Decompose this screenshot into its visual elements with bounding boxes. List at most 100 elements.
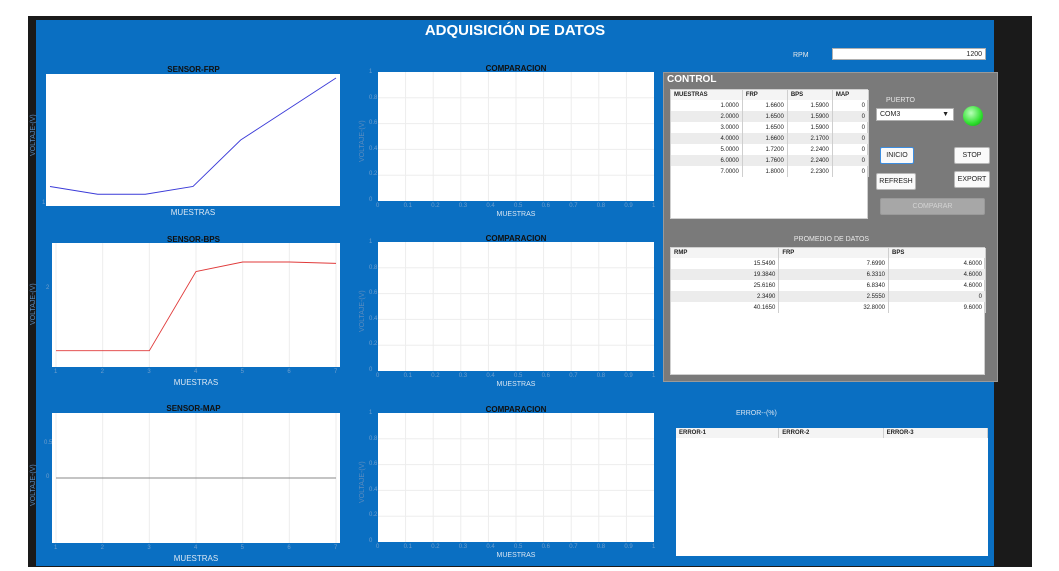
comparacion-ylabel-1: VOLTAJE-(V)	[359, 120, 366, 162]
table-cell[interactable]: 1.7600	[742, 155, 788, 166]
table-cell[interactable]: 0	[888, 291, 986, 302]
table-cell[interactable]: 1.6600	[742, 100, 788, 111]
table-cell[interactable]: 6.0000	[671, 155, 743, 166]
comparacion-plot-2	[378, 242, 654, 371]
table-cell[interactable]: 7.0000	[671, 166, 743, 177]
comparacion-ytick-1: 0.8	[369, 94, 378, 101]
table-row[interactable]: 7.0000 1.8000 2.2300 0	[671, 166, 870, 177]
table-cell[interactable]: 0	[832, 122, 870, 133]
table-cell[interactable]: 19.3840	[671, 269, 780, 280]
column-header[interactable]: ERROR-2	[778, 428, 884, 438]
table-cell[interactable]: 0	[832, 133, 870, 144]
comparacion-xtick-1: 0.2	[431, 203, 440, 209]
comparacion-xtick-2: 0.7	[569, 373, 578, 379]
avg-table[interactable]: RMP FRP BPS 15.5490 7.6990 4.6000 19.3840 6.33…	[670, 247, 986, 375]
table-row[interactable]: 25.6160 6.8340 4.6000	[671, 280, 986, 291]
table-cell[interactable]: 6.3310	[778, 269, 890, 280]
table-cell[interactable]: 4.0000	[671, 133, 743, 144]
table-cell[interactable]: 1.8000	[742, 166, 788, 177]
column-header[interactable]: RMP	[671, 248, 780, 258]
table-cell[interactable]: 1.6500	[742, 122, 788, 133]
table-cell[interactable]: 3.0000	[671, 122, 743, 133]
table-cell[interactable]: 6.8340	[778, 280, 890, 291]
table-cell[interactable]: 2.0000	[671, 111, 743, 122]
table-cell[interactable]: 2.3490	[671, 291, 780, 302]
comparacion-xtick-3: 0.5	[514, 544, 523, 550]
table-cell[interactable]: 2.2300	[787, 166, 833, 177]
sensor-map-ytick-half: 0.5	[44, 440, 53, 446]
table-cell[interactable]: 2.5550	[778, 291, 890, 302]
column-header[interactable]: ERROR-3	[883, 428, 989, 438]
table-cell[interactable]: 1.6500	[742, 111, 788, 122]
table-cell[interactable]: 1.5900	[787, 100, 833, 111]
port-select[interactable]: COM3 ▼	[876, 108, 954, 121]
table-row[interactable]: 19.3840 6.3310 4.6000	[671, 269, 986, 280]
comparacion-xlabel-3: MUESTRAS	[496, 552, 536, 559]
xtick-label: 2	[100, 545, 104, 551]
table-row[interactable]: 3.0000 1.6500 1.5900 0	[671, 122, 870, 133]
rpm-field[interactable]: 1200	[832, 48, 986, 60]
table-row[interactable]: 1.0000 1.6600 1.5900 0	[671, 100, 870, 111]
column-header[interactable]: BPS	[787, 90, 833, 100]
table-row[interactable]: 6.0000 1.7600 2.2400 0	[671, 155, 870, 166]
column-header[interactable]: FRP	[742, 90, 788, 100]
comparacion-xtick-1: 0.9	[624, 203, 633, 209]
comparacion-xtick-2: 0.9	[624, 373, 633, 379]
samples-table[interactable]: MUESTRAS FRP BPS MAP 1.0000 1.6600 1.5900 0 2.0…	[670, 89, 870, 219]
column-header[interactable]: BPS	[888, 248, 986, 258]
table-cell[interactable]: 0	[832, 144, 870, 155]
table-cell[interactable]: 40.1650	[671, 302, 780, 313]
table-cell[interactable]: 2.1700	[787, 133, 833, 144]
comparacion-xtick-2: 0.1	[403, 373, 412, 379]
column-header[interactable]: MAP	[832, 90, 870, 100]
table-cell[interactable]: 1.0000	[671, 100, 743, 111]
sensor-frp-ytick: 1	[42, 200, 46, 206]
comparacion-chart-3	[378, 413, 654, 542]
sensor-map-title: SENSOR-MAP	[166, 404, 221, 413]
xtick-label: 4	[194, 369, 198, 375]
table-cell[interactable]: 4.6000	[888, 280, 986, 291]
comparacion-ytick-2: 0.4	[369, 315, 378, 322]
table-cell[interactable]: 32.8000	[778, 302, 890, 313]
control-title: CONTROL	[667, 74, 717, 85]
table-row[interactable]: 5.0000 1.7200 2.2400 0	[671, 144, 870, 155]
export-button[interactable]: EXPORT	[954, 171, 990, 188]
table-cell[interactable]: 1.5900	[787, 111, 833, 122]
table-row[interactable]: 4.0000 1.6600 2.1700 0	[671, 133, 870, 144]
column-header[interactable]: ERROR-1	[676, 428, 780, 438]
table-row[interactable]: 15.5490 7.6990 4.6000	[671, 258, 986, 269]
column-header[interactable]: FRP	[778, 248, 890, 258]
table-cell[interactable]: 5.0000	[671, 144, 743, 155]
comparacion-xtick-2: 0.3	[458, 373, 468, 379]
error-table[interactable]: ERROR-1 ERROR-2 ERROR-3	[676, 428, 989, 556]
table-cell[interactable]: 4.6000	[888, 258, 986, 269]
table-cell[interactable]: 1.6600	[742, 133, 788, 144]
table-cell[interactable]: 25.6160	[671, 280, 780, 291]
comparacion-ytick-3: 1	[369, 410, 373, 416]
table-cell[interactable]: 15.5490	[671, 258, 780, 269]
comparacion-chart-2	[378, 242, 654, 371]
table-cell[interactable]: 0	[832, 111, 870, 122]
refresh-button[interactable]: REFRESH	[876, 173, 916, 190]
table-cell[interactable]: 1.5900	[787, 122, 833, 133]
table-cell[interactable]: 4.6000	[888, 269, 986, 280]
table-cell[interactable]: 9.6000	[888, 302, 986, 313]
table-row[interactable]: 2.3490 2.5550 0	[671, 291, 986, 302]
table-cell[interactable]: 7.6990	[778, 258, 890, 269]
table-cell[interactable]: 2.2400	[787, 144, 833, 155]
table-cell[interactable]: 2.2400	[787, 155, 833, 166]
avg-title: PROMEDIO DE DATOS	[793, 236, 870, 243]
table-row[interactable]: 40.1650 32.8000 9.6000	[671, 302, 986, 313]
table-cell[interactable]: 0	[832, 100, 870, 111]
comparacion-xtick-3: 0.7	[569, 544, 578, 550]
comparacion-ytick-2: 0.2	[369, 341, 378, 347]
column-header[interactable]: MUESTRAS	[671, 90, 743, 100]
start-button[interactable]: INICIO	[880, 147, 914, 164]
sensor-frp-xlabel: MUESTRAS	[170, 208, 216, 217]
table-cell[interactable]: 0	[832, 166, 870, 177]
stop-button[interactable]: STOP	[954, 147, 990, 164]
table-cell[interactable]: 1.7200	[742, 144, 788, 155]
table-row[interactable]: 2.0000 1.6500 1.5900 0	[671, 111, 870, 122]
table-cell[interactable]: 0	[832, 155, 870, 166]
comparacion-xtick-3: 0.9	[624, 544, 633, 550]
